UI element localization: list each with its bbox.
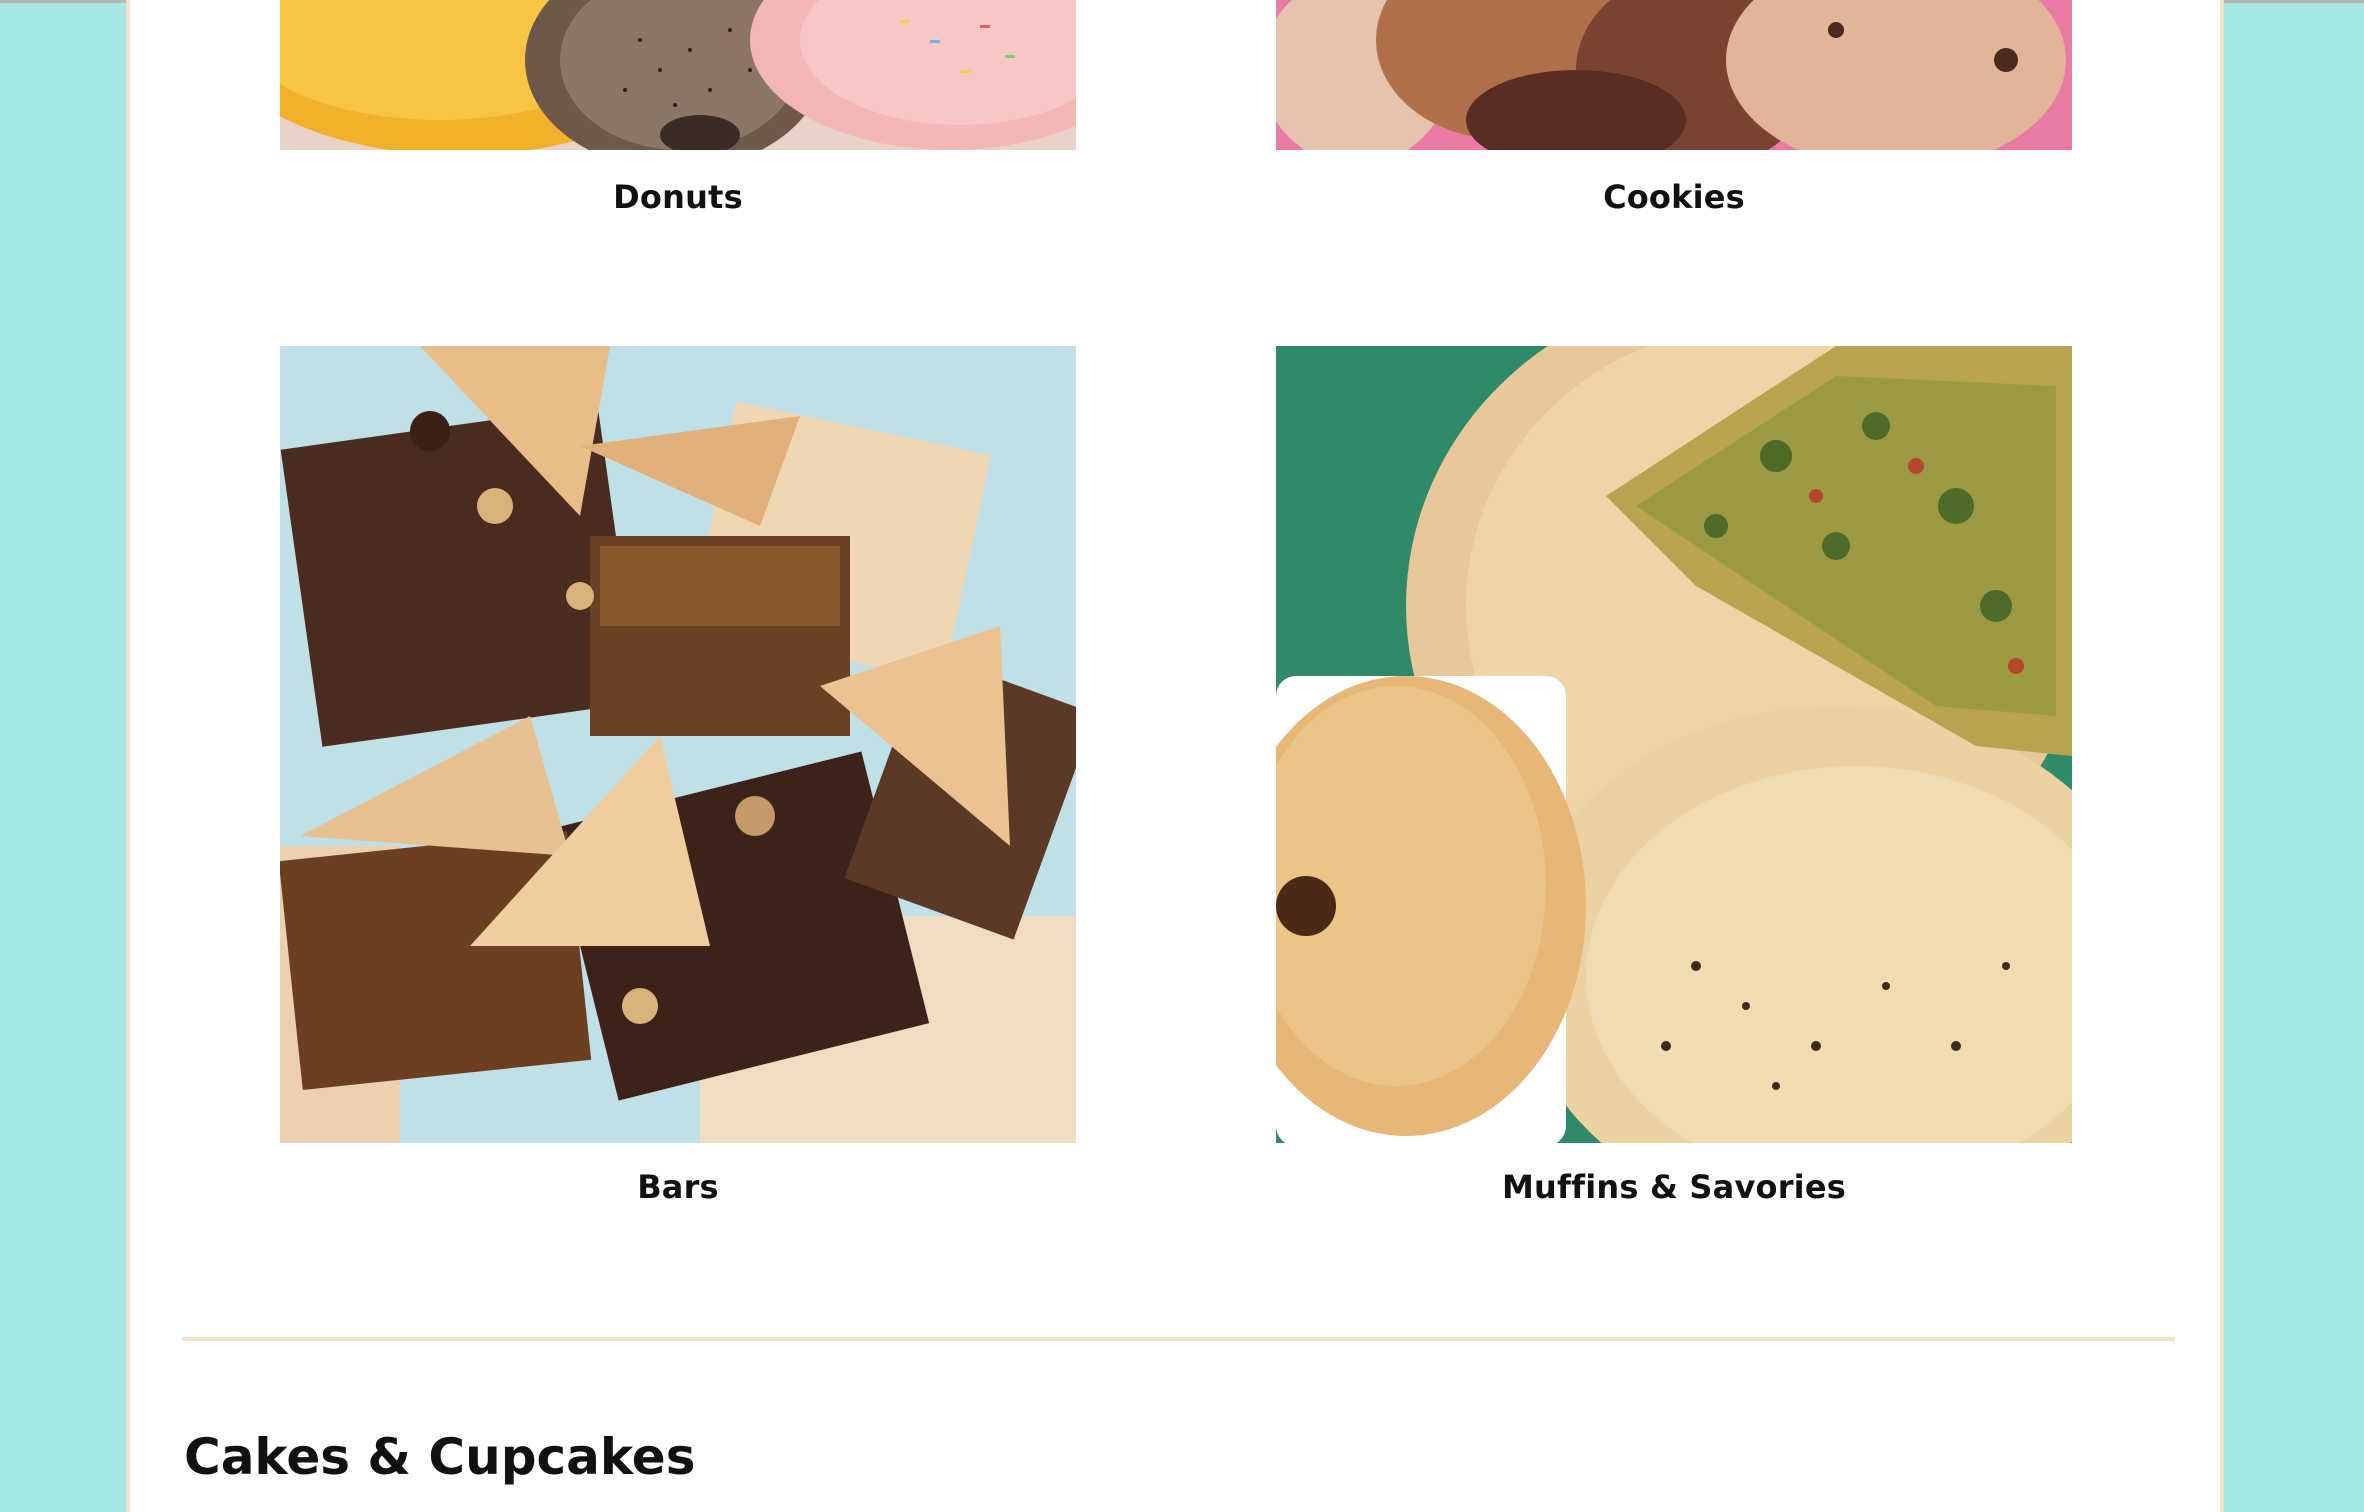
category-tile-cookies[interactable]: Cookies bbox=[1276, 0, 2072, 230]
section-divider bbox=[182, 1337, 2175, 1341]
category-tile-bars[interactable]: Bars bbox=[280, 346, 1076, 1216]
donuts-image[interactable] bbox=[280, 0, 1076, 150]
category-tile-donuts[interactable]: Donuts bbox=[280, 0, 1076, 230]
bars-image[interactable] bbox=[280, 346, 1076, 1143]
category-label[interactable]: Muffins & Savories bbox=[1276, 1168, 2072, 1206]
category-tile-muffins-savories[interactable]: Muffins & Savories bbox=[1276, 346, 2072, 1216]
category-label[interactable]: Donuts bbox=[280, 178, 1076, 216]
category-label[interactable]: Cookies bbox=[1276, 178, 2072, 216]
content-column: Donuts Cookies Bars Muffins & Savories C… bbox=[126, 0, 2224, 1512]
section-heading: Cakes & Cupcakes bbox=[184, 1428, 696, 1486]
cookies-image[interactable] bbox=[1276, 0, 2072, 150]
muffins-savories-image[interactable] bbox=[1276, 346, 2072, 1143]
category-label[interactable]: Bars bbox=[280, 1168, 1076, 1206]
